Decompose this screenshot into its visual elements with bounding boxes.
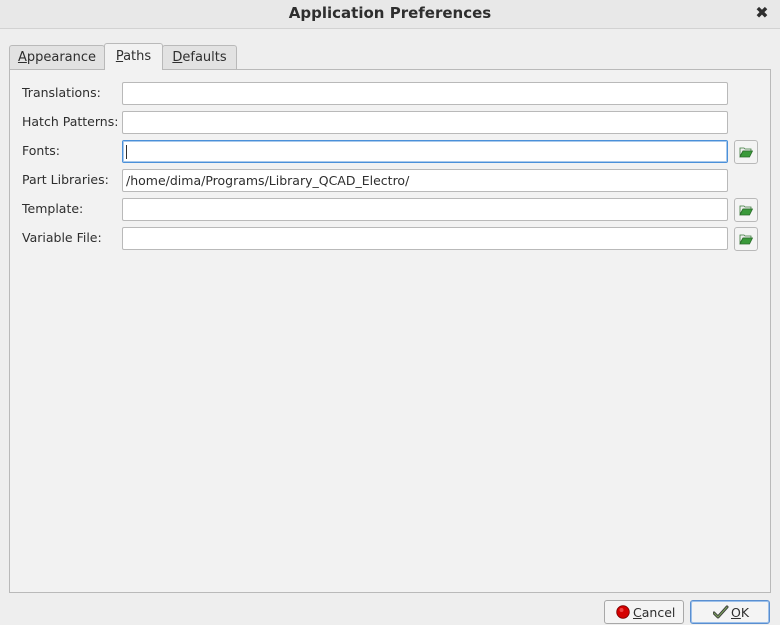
tab-appearance[interactable]: Appearance [9,45,105,69]
close-button[interactable]: ✖ [752,3,772,23]
checkmark-icon [713,605,729,619]
tab-accel: A [17,50,27,65]
title-bar: Application Preferences ✖ [0,0,780,29]
part-libraries-label: Part Libraries: [22,172,109,187]
variable-file-browse-button[interactable] [734,227,758,251]
folder-open-icon [739,147,753,158]
variable-file-input[interactable] [122,227,728,250]
ok-label: K [740,605,750,620]
tab-defaults[interactable]: Defaults [162,45,237,69]
cancel-label: ancel [641,605,676,620]
fonts-label: Fonts: [22,143,60,158]
hatch-patterns-input[interactable] [122,111,728,134]
translations-label: Translations: [22,85,101,100]
template-browse-button[interactable] [734,198,758,222]
part-libraries-input[interactable] [122,169,728,192]
tab-accel: P [115,49,124,64]
tab-label: efaults [182,50,227,65]
tab-label: aths [123,49,152,64]
tab-label: ppearance [26,50,97,65]
hatch-patterns-label: Hatch Patterns: [22,114,119,129]
fonts-browse-button[interactable] [734,140,758,164]
cancel-accel: C [633,605,642,620]
window-title: Application Preferences [288,4,492,22]
cancel-icon [616,605,630,619]
ok-button[interactable]: OK [690,600,770,624]
template-label: Template: [22,201,84,216]
cancel-button[interactable]: Cancel [604,600,684,624]
close-icon: ✖ [755,3,769,22]
folder-open-icon [739,234,753,245]
tab-paths[interactable]: Paths [104,43,163,70]
folder-open-icon [739,205,753,216]
fonts-input[interactable] [122,140,728,163]
translations-input[interactable] [122,82,728,105]
paths-panel: Translations: Hatch Patterns: Fonts: Par… [9,69,771,593]
ok-accel: O [731,605,741,620]
text-cursor [126,145,127,159]
variable-file-label: Variable File: [22,230,102,245]
template-input[interactable] [122,198,728,221]
tab-accel: D [172,50,183,65]
